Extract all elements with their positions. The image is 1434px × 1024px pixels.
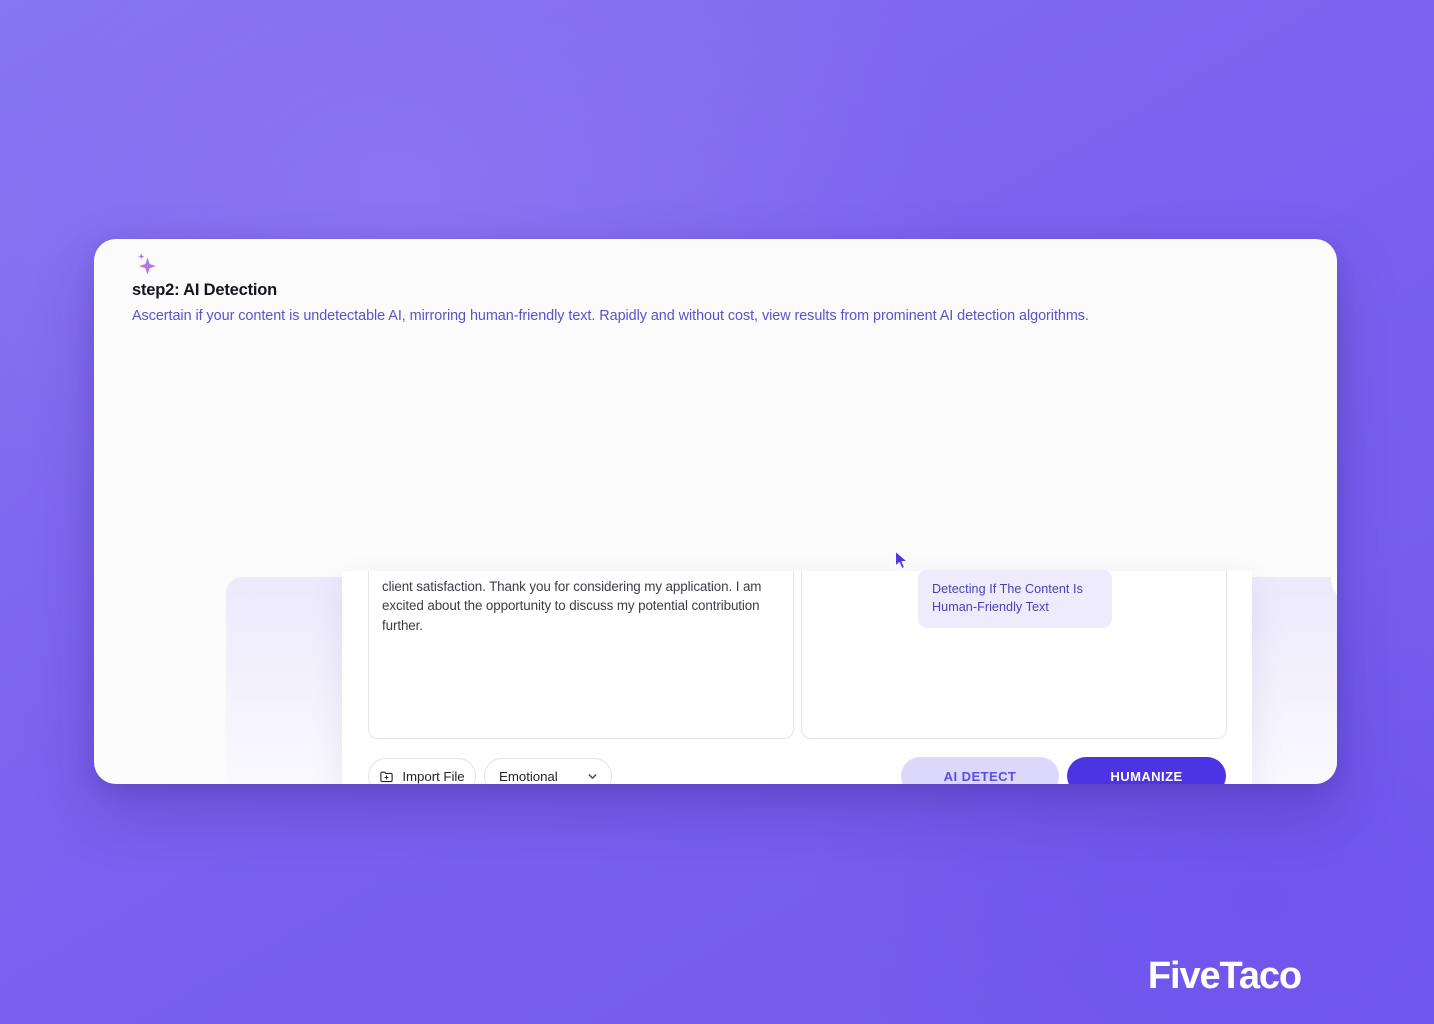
tooltip-line-1: Detecting If The Content Is	[932, 582, 1083, 596]
page-description: Ascertain if your content is undetectabl…	[132, 308, 1089, 324]
chevron-down-icon	[586, 770, 599, 783]
import-file-label: Import File	[402, 768, 465, 784]
tooltip-line-2: Human-Friendly Text	[932, 599, 1049, 614]
input-textarea[interactable]: client satisfaction. Thank you for consi…	[368, 571, 794, 739]
input-text: client satisfaction. Thank you for consi…	[382, 579, 762, 633]
humanize-button[interactable]: HUMANIZE	[1067, 757, 1226, 784]
page-title: step2: AI Detection	[132, 281, 278, 299]
tone-select-value: Emotional	[499, 768, 558, 784]
editor-window: client satisfaction. Thank you for consi…	[342, 571, 1252, 784]
file-import-icon	[379, 769, 394, 784]
import-file-button[interactable]: Import File	[368, 758, 476, 784]
ai-detect-label: AI DETECT	[943, 768, 1017, 784]
sparkle-icon	[131, 249, 161, 279]
humanize-label: HUMANIZE	[1110, 768, 1183, 784]
ghost-circle-decoration	[1331, 577, 1337, 603]
tooltip: Detecting If The Content Is Human-Friend…	[918, 570, 1112, 628]
tone-select[interactable]: Emotional	[484, 758, 612, 784]
ai-detect-button[interactable]: AI DETECT	[901, 757, 1059, 784]
brand-logo: FiveTaco	[1147, 955, 1302, 997]
